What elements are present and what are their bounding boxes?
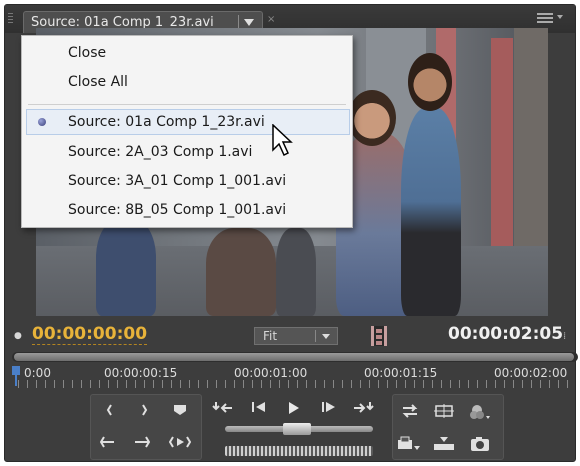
step-back-button[interactable] [248, 398, 270, 416]
close-icon[interactable]: × [267, 14, 275, 25]
menu-separator [28, 104, 346, 105]
shuttle-control[interactable] [225, 446, 373, 456]
person-center [206, 228, 276, 316]
selected-bullet-icon [38, 118, 46, 126]
duration-timecode: 00:00:02:05 [448, 324, 564, 344]
ruler-label: 0:00 [24, 366, 51, 380]
step-forward-button[interactable] [318, 398, 340, 416]
ruler-label: 00:00:01:00 [234, 366, 308, 380]
person-walking [276, 228, 316, 316]
time-ruler[interactable]: 0:00 00:00:00:15 00:00:01:00 00:00:01:15… [12, 362, 578, 388]
insert-button[interactable] [397, 433, 420, 451]
marker-dot-icon: ● [14, 331, 22, 341]
menu-item-source-2a[interactable]: Source: 2A_03 Comp 1.avi [22, 140, 352, 166]
jog-slider[interactable] [225, 423, 373, 435]
step-to-previous-edit-button[interactable] [212, 398, 234, 416]
menu-item-label: Source: 3A_01 Comp 1_001.avi [68, 173, 287, 189]
set-in-point-button[interactable] [99, 401, 121, 419]
panel-grip-icon[interactable] [8, 13, 13, 25]
output-button[interactable] [469, 401, 491, 419]
zoom-scrollbar[interactable] [12, 352, 578, 362]
loop-button[interactable] [399, 401, 421, 419]
jog-slider-knob[interactable] [283, 423, 311, 435]
safe-margins-button[interactable] [433, 401, 455, 419]
ruler-label: 00:00:02:00 [494, 366, 568, 380]
current-timecode[interactable]: 00:00:00:00 [32, 324, 148, 345]
menu-item-close[interactable]: Close [22, 41, 352, 67]
ruler-ticks [18, 380, 572, 388]
menu-item-close-all[interactable]: Close All [22, 70, 352, 96]
ruler-label: 00:00:01:15 [364, 366, 438, 380]
scrollbar-thumb[interactable] [14, 353, 574, 361]
go-to-out-point-button[interactable] [131, 433, 153, 451]
play-in-to-out-button[interactable] [169, 433, 191, 451]
zoom-value: Fit [263, 329, 278, 343]
zoom-divider [315, 330, 316, 342]
panel-menu-icon[interactable] [537, 13, 553, 25]
edit-controls [392, 394, 504, 460]
chevron-down-icon[interactable] [244, 19, 254, 26]
ruler-label: 00:00:00:15 [104, 366, 178, 380]
end-marker-icon: ⁞ [563, 331, 567, 342]
go-to-in-point-button[interactable] [97, 433, 119, 451]
marker-controls [90, 394, 202, 460]
woman-head [348, 90, 396, 146]
woman-blue-top [401, 108, 461, 316]
woman-2-head [408, 53, 452, 111]
zoom-dropdown[interactable]: Fit [254, 327, 338, 345]
play-button[interactable] [283, 398, 305, 416]
step-to-next-edit-button[interactable] [352, 398, 374, 416]
chevron-down-icon [322, 334, 330, 339]
menu-item-source-3a[interactable]: Source: 3A_01 Comp 1_001.avi [22, 169, 352, 195]
export-frame-button[interactable] [469, 433, 491, 451]
source-dropdown-menu: Close Close All Source: 01a Comp 1_23r.a… [21, 35, 353, 228]
person-jeans-left [96, 218, 156, 316]
menu-item-label: Close All [68, 74, 128, 90]
film-icon[interactable] [371, 326, 387, 346]
menu-item-label: Source: 2A_03 Comp 1.avi [68, 144, 253, 160]
menu-item-label: Source: 01a Comp 1_23r.avi [68, 114, 265, 130]
overwrite-button[interactable] [433, 433, 455, 451]
playhead-icon[interactable] [12, 366, 20, 386]
panel-menu-arrow-icon [557, 15, 563, 19]
menu-item-source-8b[interactable]: Source: 8B_05 Comp 1_001.avi [22, 198, 352, 224]
set-marker-button[interactable] [169, 401, 191, 419]
menu-item-label: Source: 8B_05 Comp 1_001.avi [68, 202, 287, 218]
red-pillar-2 [491, 38, 513, 278]
mouse-pointer-icon [272, 124, 293, 157]
menu-item-source-01a[interactable]: Source: 01a Comp 1_23r.avi [26, 109, 350, 135]
menu-item-label: Close [68, 45, 107, 61]
set-out-point-button[interactable] [133, 401, 155, 419]
